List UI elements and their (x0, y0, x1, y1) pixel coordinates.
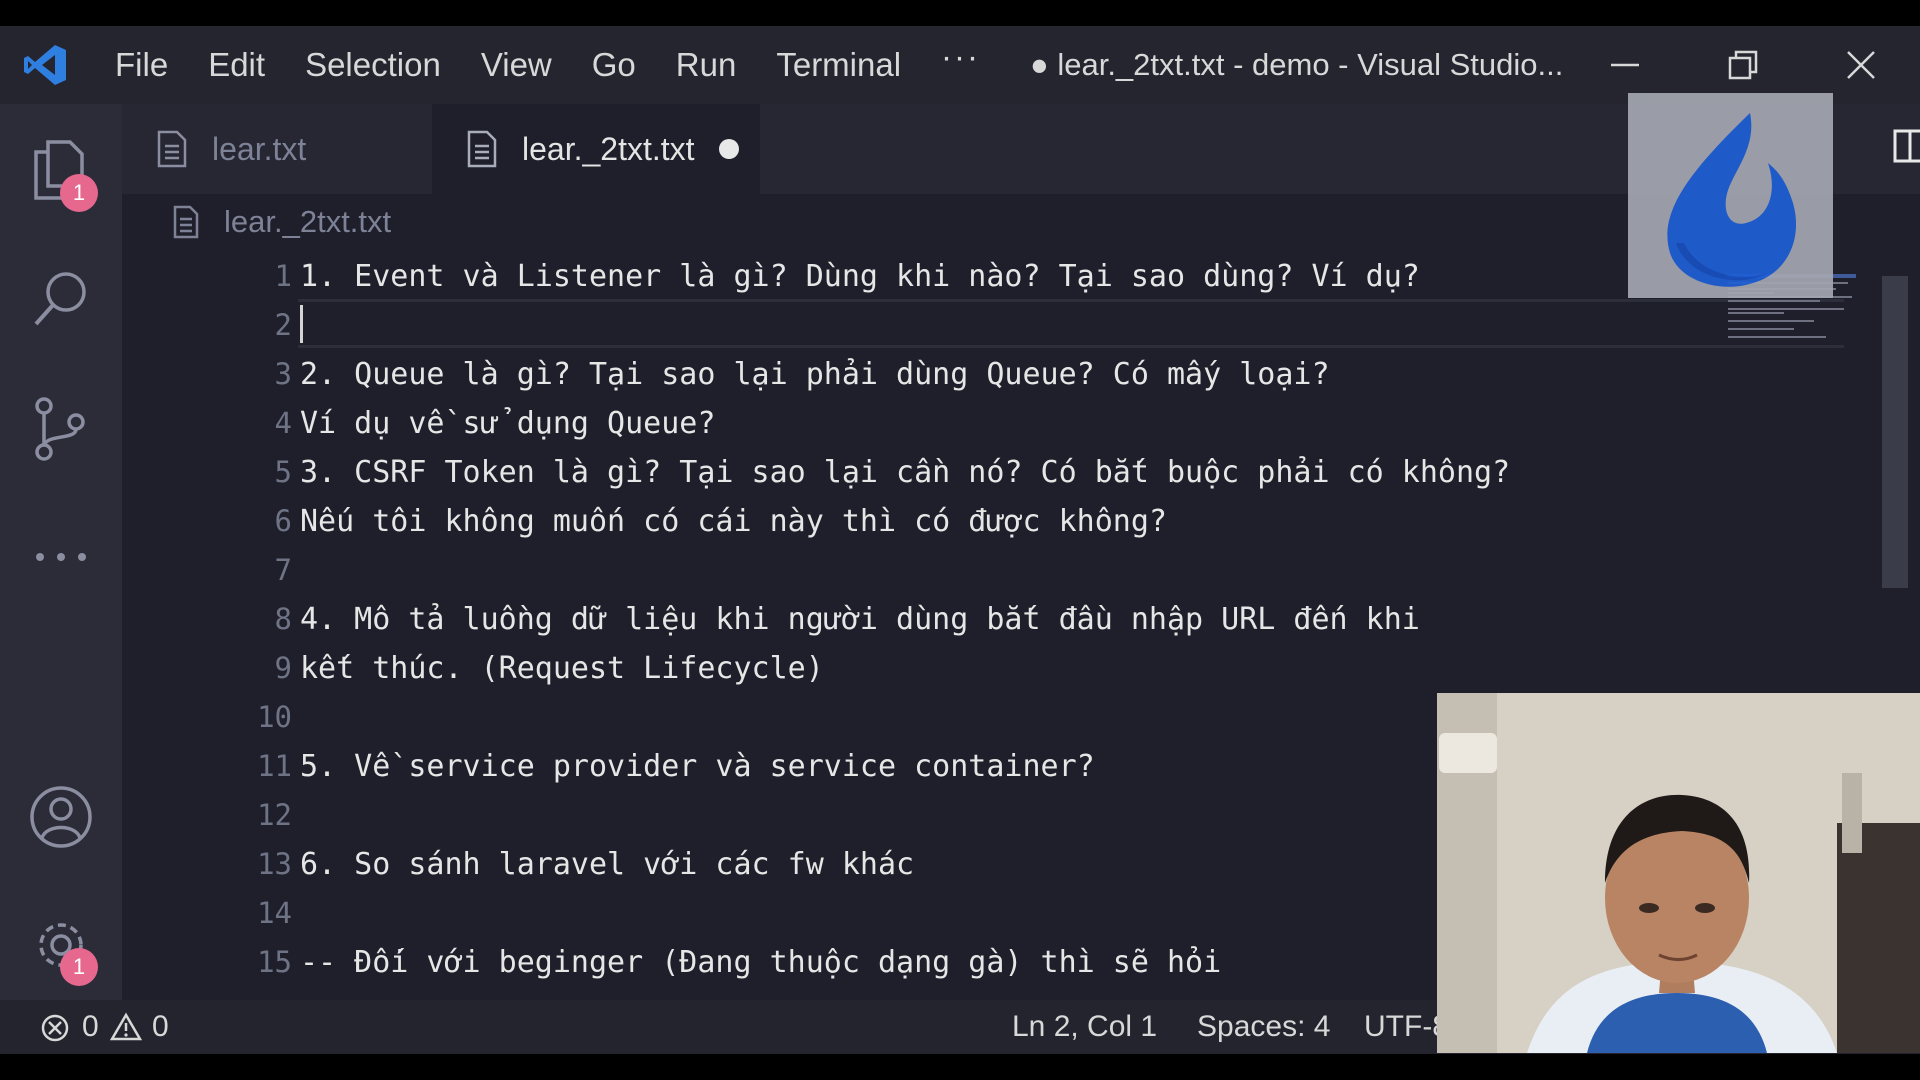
screen-frame: File Edit Selection View Go Run Terminal… (0, 0, 1920, 1080)
window-title: ● lear._2txt.txt - demo - Visual Studio.… (1030, 47, 1564, 82)
line-number: 11 (257, 749, 292, 783)
accounts-button[interactable] (28, 784, 94, 850)
error-count[interactable]: 0 (82, 1000, 99, 1054)
code-line[interactable]: 1 1. Event và Listener là gì? Dùng khi nà… (122, 252, 1722, 301)
unsaved-dot-icon[interactable] (718, 139, 739, 159)
restore-icon (1728, 50, 1758, 80)
code-line[interactable]: 6 Nếu tôi không muốn có cái này thì có đư… (122, 497, 1722, 546)
webcam-video (1437, 693, 1920, 1053)
line-number: 14 (257, 896, 292, 930)
line-number: 7 (274, 553, 292, 587)
line-text: kết thúc. (Request Lifecycle) (300, 651, 824, 686)
menu-terminal[interactable]: Terminal (756, 46, 921, 84)
menu-go[interactable]: Go (572, 46, 656, 84)
editor-scrollbar[interactable] (1882, 276, 1908, 588)
line-text: 3. CSRF Token là gì? Tại sao lại cần nó?… (300, 455, 1511, 490)
split-editor-icon[interactable] (1892, 128, 1920, 164)
breadcrumb-file[interactable]: lear._2txt.txt (224, 204, 391, 240)
more-views-button[interactable] (28, 524, 94, 590)
minimize-button[interactable] (1600, 40, 1650, 90)
watermark-overlay (1628, 93, 1833, 298)
vscode-logo-icon (24, 45, 66, 85)
line-number: 8 (274, 602, 292, 636)
menu-more-button[interactable]: ··· (921, 38, 1000, 76)
code-line[interactable]: 3 2. Queue là gì? Tại sao lại phải dùng Q… (122, 350, 1722, 399)
code-line[interactable]: 4 Ví dụ về sử dụng Queue? (122, 399, 1722, 448)
menu-selection[interactable]: Selection (285, 46, 461, 84)
menu-view[interactable]: View (461, 46, 572, 84)
code-line[interactable]: 5 3. CSRF Token là gì? Tại sao lại cần nó… (122, 448, 1722, 497)
line-number: 12 (257, 798, 292, 832)
menu-bar: File Edit Selection View Go Run Terminal… (95, 26, 1000, 104)
close-icon (1847, 51, 1875, 79)
manage-button[interactable]: 1 (28, 912, 98, 986)
source-control-button[interactable] (28, 396, 94, 462)
code-line[interactable]: 8 4. Mô tả luồng dữ liệu khi người dùng b… (122, 595, 1722, 644)
restore-button[interactable] (1718, 40, 1768, 90)
close-button[interactable] (1836, 40, 1886, 90)
menu-run[interactable]: Run (656, 46, 757, 84)
line-text: 6. So sánh laravel với các fw khác (300, 847, 915, 882)
error-icon (41, 1014, 69, 1042)
settings-badge: 1 (60, 948, 98, 986)
line-number: 5 (274, 455, 292, 489)
line-number: 15 (257, 945, 292, 979)
line-number: 4 (274, 406, 292, 440)
menu-edit[interactable]: Edit (188, 46, 285, 84)
line-number: 3 (274, 357, 292, 391)
warning-count[interactable]: 0 (152, 1000, 169, 1054)
cursor-position[interactable]: Ln 2, Col 1 (1012, 1000, 1157, 1054)
menu-file[interactable]: File (95, 46, 188, 84)
line-text: Ví dụ về sử dụng Queue? (300, 406, 716, 441)
explorer-badge: 1 (60, 174, 98, 212)
line-text: 5. Về service provider và service contai… (300, 749, 1095, 784)
code-line[interactable]: 9 kết thúc. (Request Lifecycle) (122, 644, 1722, 693)
warning-icon (110, 1012, 142, 1041)
line-text: 4. Mô tả luồng dữ liệu khi người dùng bắ… (300, 602, 1420, 637)
line-text: 2. Queue là gì? Tại sao lại phải dùng Qu… (300, 357, 1330, 392)
tab-label: lear._2txt.txt (522, 130, 695, 167)
line-number: 10 (257, 700, 292, 734)
minimize-icon (1611, 63, 1639, 67)
search-icon (34, 272, 86, 326)
file-icon (157, 130, 187, 168)
line-number: 1 (274, 259, 292, 293)
line-number: 2 (274, 308, 292, 342)
file-icon (173, 205, 199, 239)
code-line[interactable]: 7 (122, 546, 1722, 595)
search-button[interactable] (28, 266, 94, 332)
line-number: 9 (274, 651, 292, 685)
indentation-setting[interactable]: Spaces: 4 (1197, 1000, 1330, 1054)
source-control-icon (35, 397, 85, 461)
line-text: -- Đối với beginger (Đang thuộc dạng gà)… (300, 945, 1222, 980)
account-icon (30, 786, 92, 848)
line-number: 6 (274, 504, 292, 538)
line-text: Nếu tôi không muốn có cái này thì có đượ… (300, 504, 1167, 539)
line-number: 13 (257, 847, 292, 881)
code-line[interactable]: 2 (122, 301, 1722, 350)
tab-label: lear.txt (212, 130, 307, 167)
activity-bar: 1 1 (0, 104, 122, 1000)
flame-logo-icon (1667, 113, 1797, 287)
presenter-video-feed (1437, 693, 1920, 1053)
explorer-button[interactable]: 1 (28, 136, 98, 212)
ellipsis-icon (36, 553, 86, 561)
line-text: 1. Event và Listener là gì? Dùng khi nào… (300, 259, 1420, 294)
tab-lear-txt[interactable]: lear.txt (122, 104, 432, 194)
tab-lear-2txt-txt[interactable]: lear._2txt.txt (432, 104, 760, 194)
file-icon (467, 130, 497, 168)
text-cursor (300, 305, 303, 343)
